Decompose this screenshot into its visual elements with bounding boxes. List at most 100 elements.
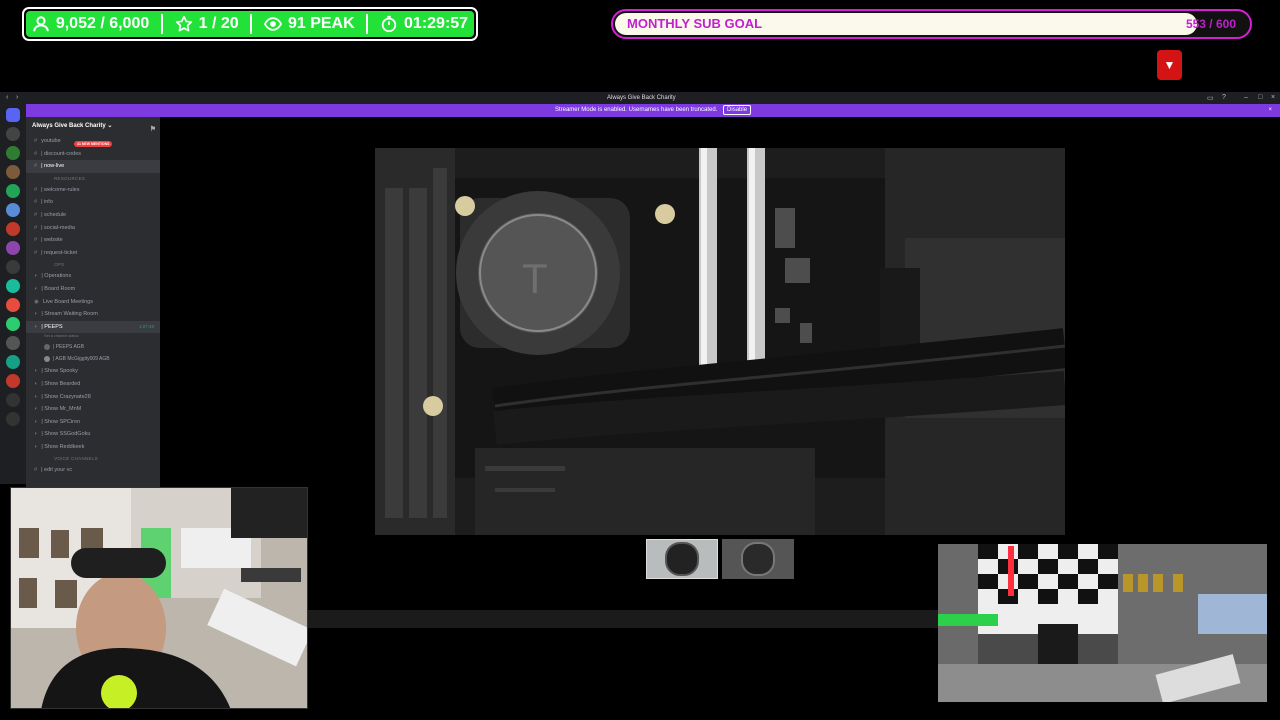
voice-channel-operations[interactable]: ◖ | Operations	[26, 270, 160, 283]
explore-icon[interactable]	[6, 412, 20, 426]
pc-build-image: T	[375, 148, 1065, 535]
speaker-icon: ◖	[34, 431, 38, 438]
voice-channel-board-room[interactable]: ◖ | Board Room	[26, 283, 160, 296]
server-icon[interactable]	[6, 317, 20, 331]
channel-label: | edit your vc	[41, 467, 73, 474]
close-icon[interactable]: ×	[1271, 94, 1275, 101]
server-icon[interactable]	[6, 203, 20, 217]
hash-icon: #	[34, 211, 38, 218]
channel-label: | Stream Waiting Room	[41, 311, 98, 318]
channel-status[interactable]: Set a channel status	[26, 333, 160, 341]
channel-label: | Show Reddkeek	[41, 443, 85, 450]
add-server-icon[interactable]	[6, 393, 20, 407]
avatar	[44, 343, 50, 350]
stage-icon: ◉	[34, 298, 39, 305]
server-icon[interactable]	[6, 165, 20, 179]
channel-welcome-rules[interactable]: # | welcome-rules	[26, 184, 160, 197]
chevron-down-icon[interactable]: ⌄	[107, 123, 112, 129]
screen-share-video[interactable]: T	[375, 148, 1065, 535]
stage-channel-live-board-meetings[interactable]: ◉ Live Board Meetings	[26, 296, 160, 309]
speaker-icon: ◖	[34, 368, 38, 375]
server-icon[interactable]	[6, 374, 20, 388]
voice-channel-show-spooky[interactable]: ◖ | Show Spooky	[26, 365, 160, 378]
subs-value: 1 / 20	[198, 15, 239, 32]
disable-streamer-mode-button[interactable]: Disable	[723, 105, 752, 115]
divider	[366, 14, 369, 34]
svg-text:T: T	[522, 255, 548, 302]
discord-home-icon[interactable]	[6, 108, 20, 122]
voice-channel-show-mr-mnm[interactable]: ◖ | Show Mr_MnM	[26, 403, 160, 416]
hash-icon: #	[34, 224, 38, 231]
channel-social-media[interactable]: # | social-media	[26, 222, 160, 235]
channel-label: | Operations	[41, 273, 72, 280]
server-icon[interactable]	[6, 298, 20, 312]
channel-label: | Show SPCiron	[41, 418, 81, 425]
speaker-icon: ◖	[34, 418, 38, 425]
stream-stats-bar: 9,052 / 6,000 1 / 20 91 PEAK 01:29:57	[22, 7, 478, 41]
channel-label: | Show Spooky	[41, 368, 78, 375]
streamer-webcam	[10, 487, 308, 709]
voice-channel-show-ssgodgoku[interactable]: ◖ | Show SSGodGoku	[26, 428, 160, 441]
channel-label: | request-ticket	[41, 249, 78, 256]
channel-schedule[interactable]: # | schedule	[26, 209, 160, 222]
participant-tile-active[interactable]	[646, 539, 718, 579]
server-icon[interactable]	[6, 184, 20, 198]
streamer-mode-text: Streamer Mode is enabled. Usernames have…	[554, 107, 718, 113]
voice-channel-show-reddkeek[interactable]: ◖ | Show Reddkeek	[26, 441, 160, 454]
server-name[interactable]: Always Give Back Charity ⌄ ⚑	[26, 117, 160, 135]
speaker-icon: ◖	[34, 393, 38, 400]
participant-tile[interactable]	[722, 539, 794, 579]
speaker-icon: ◖	[34, 285, 38, 292]
person-icon	[33, 16, 49, 32]
streamer-mode-banner: Streamer Mode is enabled. Usernames have…	[26, 104, 1280, 117]
voice-channel-show-bearded[interactable]: ◖ | Show Bearded	[26, 378, 160, 391]
category-resources[interactable]: RESOURCES	[26, 173, 160, 184]
voice-member[interactable]: | AGB McGiggity009 AGB	[26, 353, 160, 365]
new-mentions-badge[interactable]: 41 NEW MENTIONS	[74, 141, 113, 147]
inbox-icon[interactable]: ▭	[1207, 94, 1214, 102]
member-name: | AGB McGiggity009 AGB	[53, 356, 110, 363]
minimize-icon[interactable]: –	[1244, 94, 1248, 101]
server-icon[interactable]	[6, 241, 20, 255]
channel-website[interactable]: # | website	[26, 234, 160, 247]
voice-channel-stream-waiting-room[interactable]: ◖ | Stream Waiting Room	[26, 308, 160, 321]
hash-icon: #	[34, 237, 38, 244]
server-icon[interactable]	[6, 146, 20, 160]
channel-request-ticket[interactable]: # | request-ticket	[26, 247, 160, 260]
room-camera-image	[938, 544, 1267, 702]
back-arrow-icon[interactable]: ‹	[6, 94, 8, 101]
speaker-icon: ◖	[34, 311, 38, 318]
server-icon[interactable]	[6, 222, 20, 236]
server-icon[interactable]	[6, 260, 20, 274]
voice-channel-show-crazynate28[interactable]: ◖ | Show Crazynate28	[26, 391, 160, 404]
forward-arrow-icon[interactable]: ›	[16, 94, 18, 101]
channel-now-live[interactable]: # | now-live	[26, 160, 160, 173]
voice-channel-show-spciron[interactable]: ◖ | Show SPCiron	[26, 416, 160, 429]
maximize-icon[interactable]: □	[1258, 94, 1262, 101]
category-ops[interactable]: OPS	[26, 259, 160, 270]
close-banner-icon[interactable]: ×	[1268, 104, 1272, 117]
hash-icon: #	[34, 138, 38, 144]
server-icon[interactable]	[6, 127, 20, 141]
server-icon[interactable]	[6, 336, 20, 350]
hash-icon: #	[34, 186, 38, 193]
server-icon[interactable]	[6, 279, 20, 293]
help-icon[interactable]: ?	[1222, 94, 1226, 101]
hash-icon: #	[34, 199, 38, 206]
channel-info[interactable]: # | info	[26, 196, 160, 209]
avatar	[741, 542, 775, 576]
member-name: | PEEPS AGB	[53, 344, 85, 351]
viewers-value: 91 PEAK	[287, 15, 355, 32]
avatar	[44, 355, 50, 362]
voice-channel-peeps[interactable]: ◖ | PEEPS 1:07:48	[26, 320, 160, 334]
category-voice-channels[interactable]: VOICE CHANNELS	[26, 453, 160, 464]
hash-icon: #	[34, 150, 38, 157]
channel-label: | Board Room	[41, 285, 76, 292]
window-titlebar: ‹ › Always Give Back Charity ▭ ? – □ ×	[0, 92, 1280, 104]
channel-discount-codes[interactable]: # | discount-codes	[26, 148, 160, 161]
channel-label: | now-live	[41, 163, 65, 170]
voice-member[interactable]: | PEEPS AGB	[26, 341, 160, 353]
server-icon[interactable]	[6, 355, 20, 369]
channel-label: | Show Bearded	[41, 380, 81, 387]
channel-edit-your-vc[interactable]: # | edit your vc	[26, 464, 160, 477]
